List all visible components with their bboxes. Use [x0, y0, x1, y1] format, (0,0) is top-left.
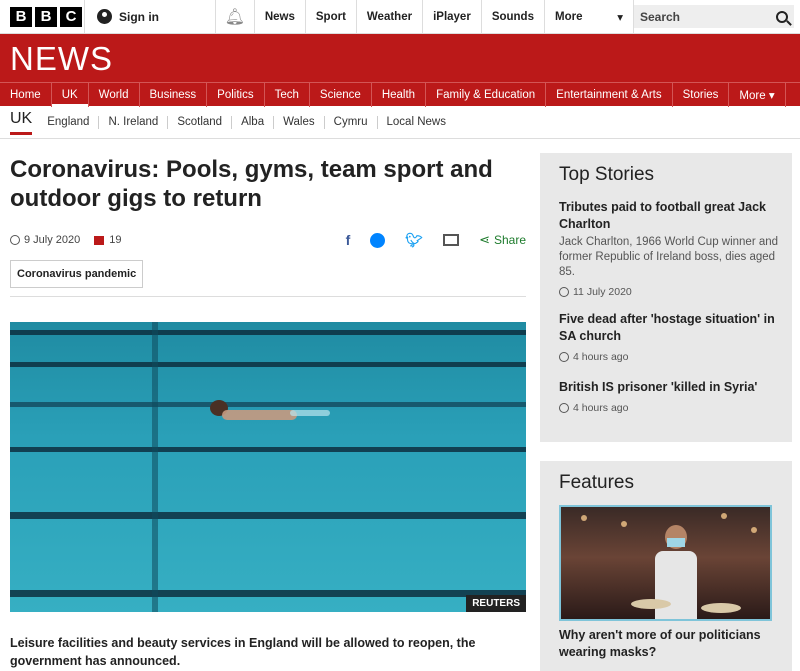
search-placeholder: Search [639, 9, 681, 24]
top-story-summary: Jack Charlton, 1966 World Cup winner and… [559, 236, 779, 278]
bbc-top-bar: B B C Sign in 🔔︎ News Sport Weather iPla… [0, 0, 800, 34]
sub-nav-current-uk[interactable]: UK [10, 110, 33, 135]
sign-in-label: Sign in [119, 9, 160, 24]
main-nav-more[interactable]: More ▾ [729, 83, 786, 107]
search-icon[interactable] [776, 10, 788, 23]
top-story-item[interactable]: Five dead after 'hostage situation' in S… [559, 311, 781, 363]
main-nav: Home UK World Business Politics Tech Sci… [0, 82, 800, 107]
lane-marker [152, 322, 158, 612]
article-date: 9 July 2020 [24, 234, 81, 246]
comment-count[interactable]: 19 [109, 234, 121, 246]
email-icon[interactable] [443, 234, 460, 246]
main-nav-world[interactable]: World [89, 83, 140, 107]
top-story-time-label: 4 hours ago [573, 402, 629, 414]
share-button[interactable]: ⋖ Share [479, 232, 526, 248]
sub-nav-cymru[interactable]: Cymru [323, 115, 377, 129]
clock-icon [10, 235, 20, 245]
sign-in-button[interactable]: Sign in [84, 0, 215, 33]
top-stories-panel: Top Stories Tributes paid to football gr… [540, 153, 792, 442]
top-nav-sounds[interactable]: Sounds [480, 0, 544, 33]
features-heading: Features [559, 472, 634, 493]
main-nav-health[interactable]: Health [372, 83, 427, 107]
comment-icon[interactable] [94, 235, 105, 245]
news-header: NEWS Home UK World Business Politics Tec… [0, 34, 800, 107]
lane-line [10, 512, 526, 519]
article-summary: Leisure facilities and beauty services i… [10, 636, 476, 668]
top-story-item[interactable]: British IS prisoner 'killed in Syria' 4 … [559, 379, 781, 414]
top-nav-news[interactable]: News [253, 0, 305, 33]
main-nav-stories[interactable]: Stories [673, 83, 730, 107]
top-nav-iplayer[interactable]: iPlayer [422, 0, 481, 33]
messenger-icon[interactable] [370, 232, 386, 248]
top-story-title[interactable]: Five dead after 'hostage situation' in S… [559, 311, 781, 345]
feature-image-waiter-with-mask[interactable] [559, 505, 772, 621]
article-meta: 9 July 2020 19 f 🐦︎ ⋖ Share [10, 231, 526, 249]
sub-nav-n-ireland[interactable]: N. Ireland [98, 115, 167, 129]
main-nav-family-education[interactable]: Family & Education [426, 83, 547, 107]
top-story-time: 4 hours ago [559, 402, 781, 414]
top-story-title[interactable]: Tributes paid to football great Jack Cha… [559, 199, 781, 233]
features-panel: Features Why aren't more of our politici… [540, 461, 792, 671]
top-story-time-label: 11 July 2020 [573, 286, 632, 298]
divider [10, 296, 526, 297]
main-nav-politics[interactable]: Politics [207, 83, 265, 107]
top-nav: News Sport Weather iPlayer Sounds More ▾ [253, 0, 634, 33]
sub-nav-wales[interactable]: Wales [273, 115, 324, 129]
main-nav-tech[interactable]: Tech [265, 83, 310, 107]
lane-line [10, 590, 526, 597]
top-story-item[interactable]: Tributes paid to football great Jack Cha… [559, 199, 781, 298]
notifications-bell-icon[interactable]: 🔔︎ [214, 0, 254, 33]
sub-nav: UK England N. Ireland Scotland Alba Wale… [0, 106, 800, 139]
lane-line [10, 362, 526, 367]
bbc-logo-letter: C [60, 7, 82, 27]
article-image-swimming-pool: REUTERS [10, 322, 526, 612]
clock-icon [559, 403, 569, 413]
bbc-logo-letter: B [10, 7, 32, 27]
top-nav-more-label: More [554, 10, 583, 23]
sub-nav-alba[interactable]: Alba [231, 115, 273, 129]
news-wordmark[interactable]: NEWS [10, 40, 113, 78]
topic-tag[interactable]: Coronavirus pandemic [10, 260, 144, 288]
chevron-down-icon: ▾ [617, 11, 623, 24]
clock-icon [559, 352, 569, 362]
top-nav-weather[interactable]: Weather [355, 0, 422, 33]
search-box[interactable]: Search [633, 5, 794, 28]
feature-title[interactable]: Why aren't more of our politicians weari… [559, 627, 781, 661]
sub-nav-local-news[interactable]: Local News [376, 115, 455, 129]
top-story-time: 11 July 2020 [559, 286, 781, 298]
article-headline: Coronavirus: Pools, gyms, team sport and… [10, 156, 493, 212]
bbc-logo[interactable]: B B C [0, 0, 84, 33]
image-credit: REUTERS [466, 595, 526, 612]
main-nav-uk[interactable]: UK [51, 83, 89, 107]
facebook-icon[interactable]: f [346, 232, 351, 248]
top-nav-sport[interactable]: Sport [304, 0, 356, 33]
main-nav-home[interactable]: Home [0, 83, 52, 107]
bbc-logo-letter: B [35, 7, 57, 27]
sub-nav-scotland[interactable]: Scotland [167, 115, 231, 129]
share-label: Share [493, 233, 526, 247]
main-nav-business[interactable]: Business [140, 83, 208, 107]
swimmer [210, 400, 330, 424]
top-nav-more[interactable]: More ▾ [543, 0, 634, 33]
top-story-title[interactable]: British IS prisoner 'killed in Syria' [559, 379, 781, 396]
clock-icon [559, 287, 569, 297]
lane-line [10, 447, 526, 452]
main-nav-entertainment-arts[interactable]: Entertainment & Arts [546, 83, 673, 107]
top-story-time: 4 hours ago [559, 351, 781, 363]
main-nav-science[interactable]: Science [310, 83, 372, 107]
sub-nav-england[interactable]: England [38, 116, 98, 129]
twitter-icon[interactable]: 🐦︎ [405, 232, 423, 249]
share-tools: f 🐦︎ ⋖ Share [346, 232, 526, 249]
lane-line [10, 330, 526, 335]
share-icon: ⋖ [479, 232, 490, 247]
user-icon [97, 9, 113, 24]
top-story-time-label: 4 hours ago [573, 351, 629, 363]
top-stories-heading: Top Stories [559, 164, 655, 185]
